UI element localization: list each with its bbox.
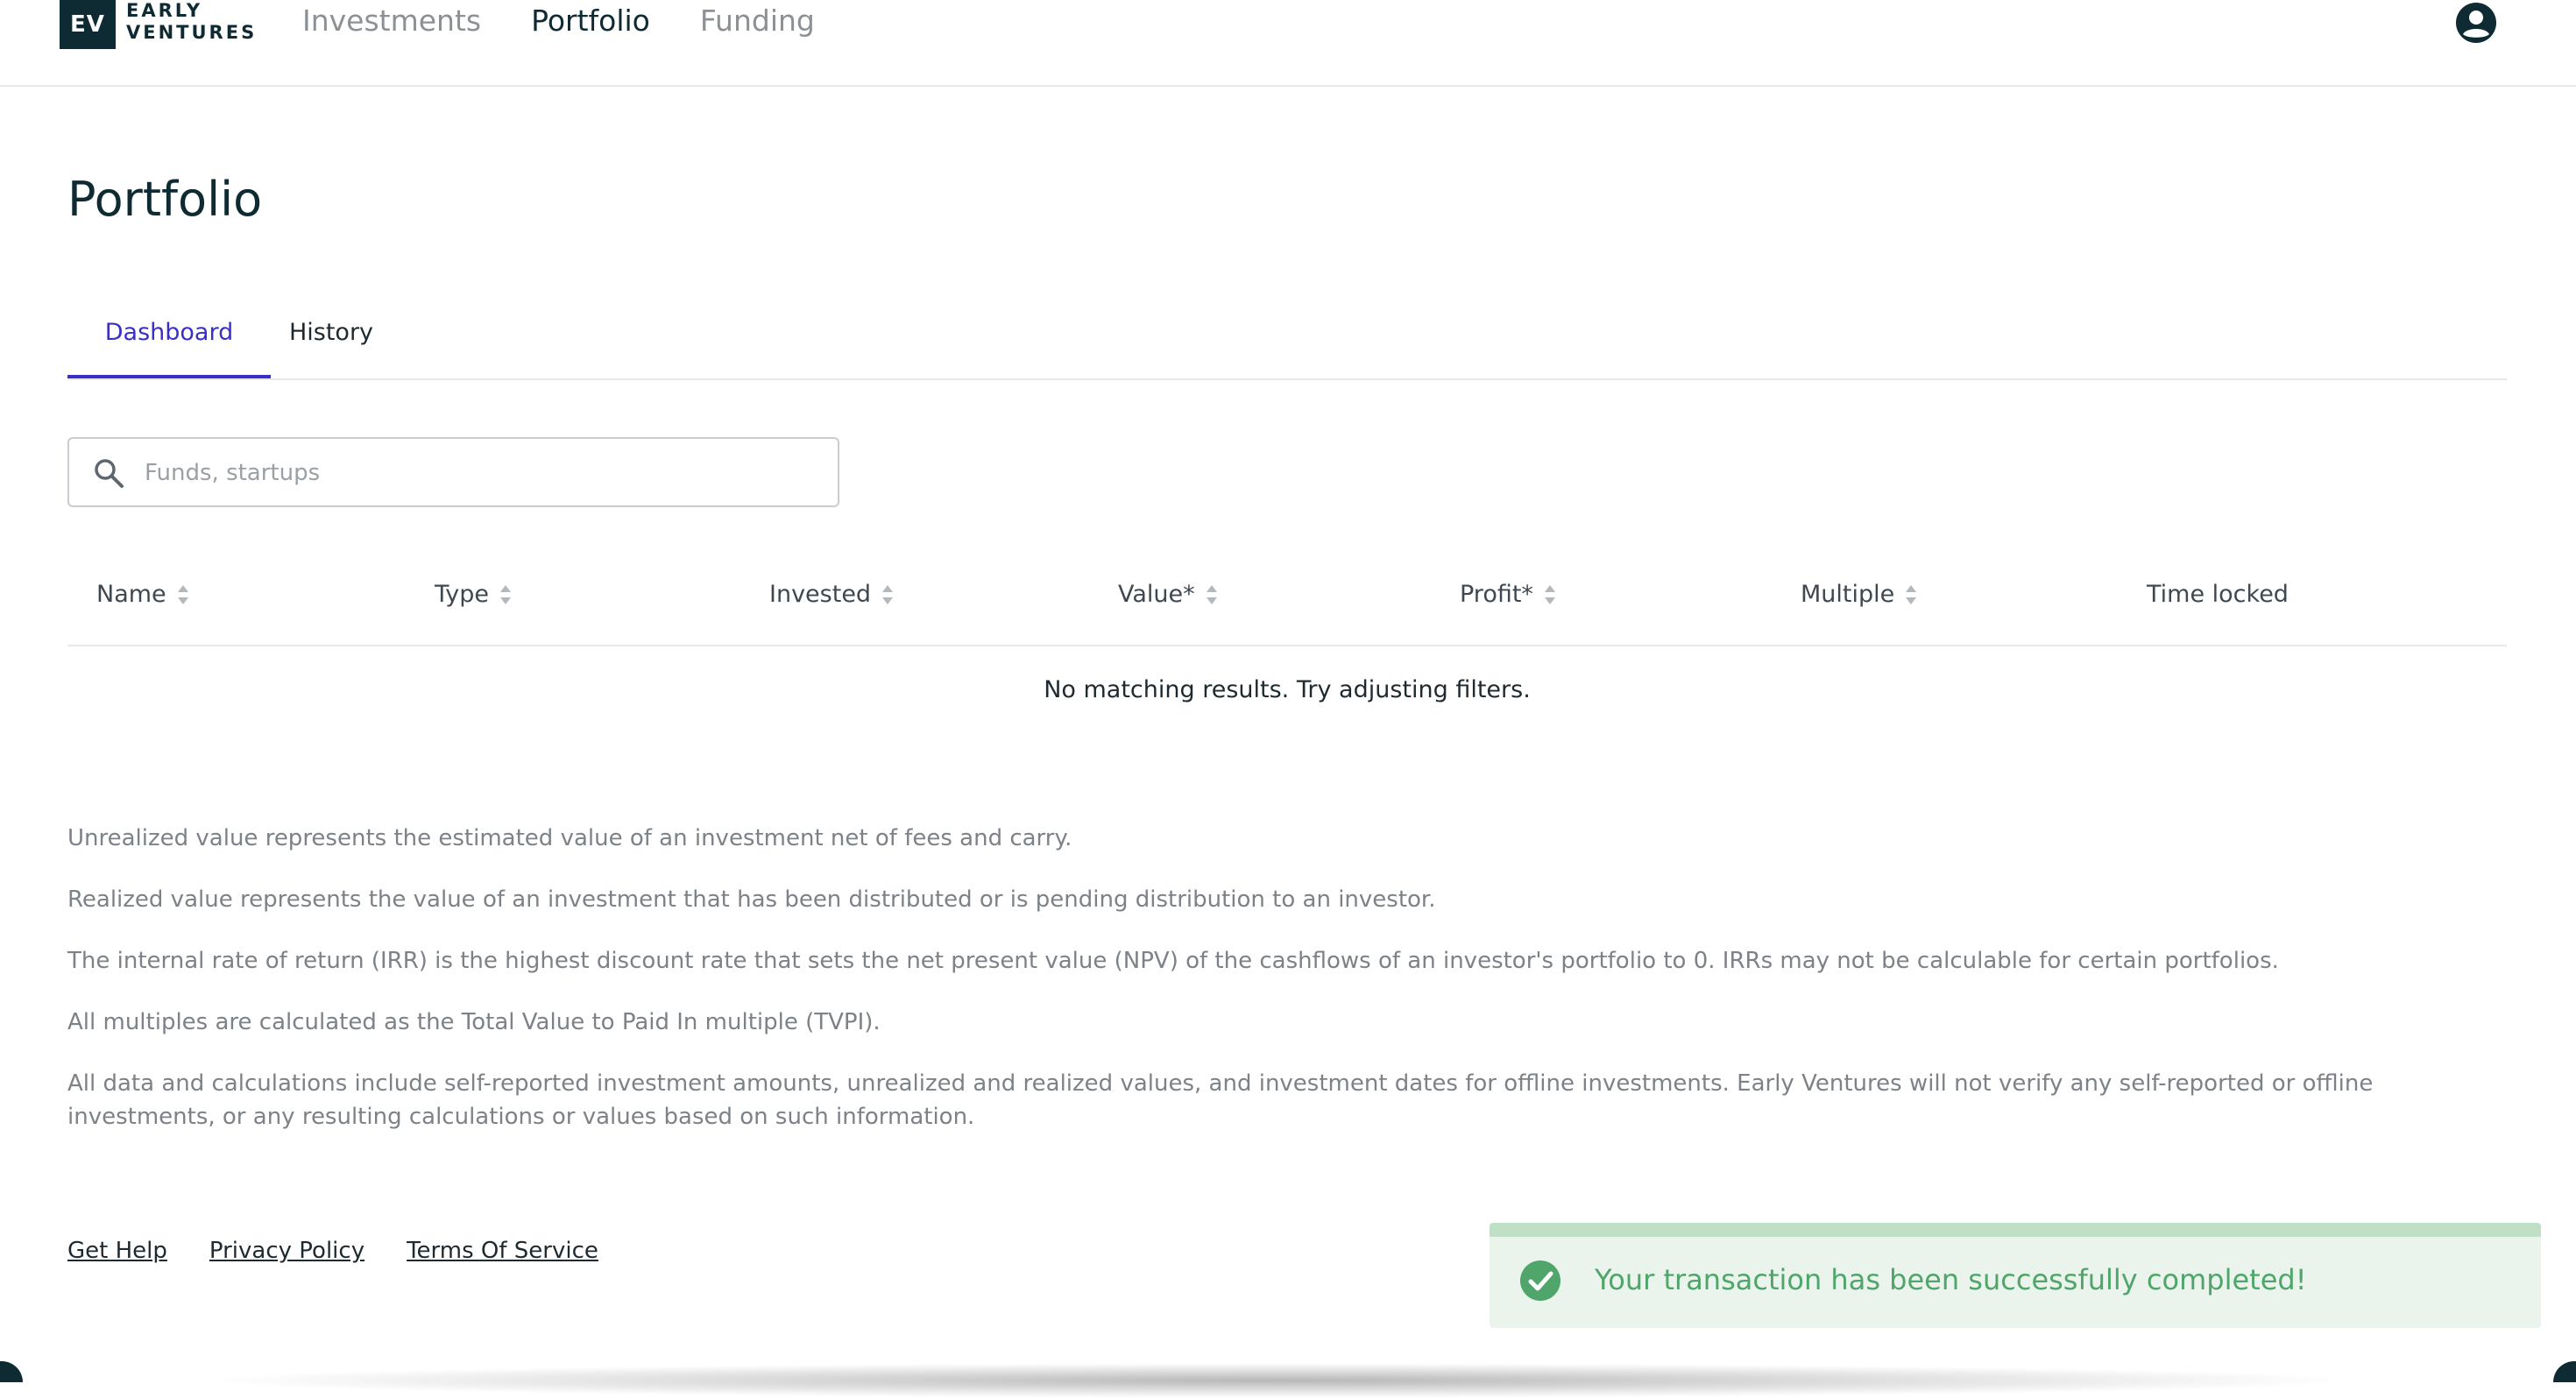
search-box[interactable] bbox=[67, 437, 839, 507]
logo-line-2: VENTURES bbox=[126, 22, 258, 43]
sort-icon bbox=[1906, 584, 1917, 604]
window-corner-right bbox=[2553, 1361, 2576, 1382]
empty-state-message: No matching results. Try adjusting filte… bbox=[1044, 676, 1531, 703]
search-icon bbox=[95, 459, 124, 488]
user-circle-icon bbox=[2456, 3, 2496, 43]
toast-message: Your transaction has been successfully c… bbox=[1595, 1263, 2307, 1296]
check-circle-icon bbox=[1520, 1260, 1560, 1301]
nav-funding[interactable]: Funding bbox=[700, 4, 815, 38]
column-label: Value* bbox=[1118, 581, 1195, 608]
main-nav: Investments Portfolio Funding bbox=[302, 4, 865, 38]
logo-line-1: EARLY bbox=[126, 0, 203, 21]
column-header-invested[interactable]: Invested bbox=[769, 581, 894, 608]
footer-links: Get Help Privacy Policy Terms Of Service bbox=[67, 1238, 640, 1264]
sort-icon bbox=[1206, 584, 1217, 604]
sort-icon bbox=[1544, 584, 1555, 604]
note-realized-value: Realized value represents the value of a… bbox=[67, 886, 1436, 913]
window-corner-left bbox=[0, 1361, 23, 1382]
account-button[interactable] bbox=[2455, 2, 2497, 44]
column-label: Invested bbox=[769, 581, 872, 608]
search-input[interactable] bbox=[143, 455, 812, 491]
logo[interactable]: EV EARLY VENTURES bbox=[60, 0, 257, 49]
column-header-time-locked: Time locked bbox=[2147, 581, 2289, 608]
tab-bar: Dashboard History bbox=[67, 298, 2507, 380]
sort-icon bbox=[500, 584, 512, 604]
nav-investments[interactable]: Investments bbox=[302, 4, 481, 38]
tab-dashboard[interactable]: Dashboard bbox=[67, 298, 271, 378]
sort-icon bbox=[882, 584, 894, 604]
nav-portfolio[interactable]: Portfolio bbox=[531, 4, 650, 38]
page-title: Portfolio bbox=[67, 172, 263, 227]
footer-link-terms-of-service[interactable]: Terms Of Service bbox=[407, 1238, 598, 1264]
column-header-value[interactable]: Value* bbox=[1118, 581, 1218, 608]
column-label: Name bbox=[96, 581, 166, 608]
column-label: Profit* bbox=[1460, 581, 1533, 608]
bottom-shadow bbox=[193, 1363, 2366, 1398]
success-toast[interactable]: Your transaction has been successfully c… bbox=[1490, 1223, 2541, 1328]
column-header-type[interactable]: Type bbox=[435, 581, 512, 608]
footer-link-privacy-policy[interactable]: Privacy Policy bbox=[209, 1238, 364, 1264]
top-header: EV EARLY VENTURES Investments Portfolio … bbox=[0, 0, 2576, 87]
logo-mark: EV bbox=[60, 0, 116, 49]
note-multiples: All multiples are calculated as the Tota… bbox=[67, 1009, 881, 1035]
table-header: Name Type Invested Value* Profit* Multip… bbox=[67, 561, 2507, 646]
note-unrealized-value: Unrealized value represents the estimate… bbox=[67, 825, 1072, 851]
footer-link-get-help[interactable]: Get Help bbox=[67, 1238, 167, 1264]
column-header-profit[interactable]: Profit* bbox=[1460, 581, 1556, 608]
column-header-name[interactable]: Name bbox=[96, 581, 189, 608]
note-irr: The internal rate of return (IRR) is the… bbox=[67, 948, 2279, 974]
column-header-multiple[interactable]: Multiple bbox=[1801, 581, 1917, 608]
sort-icon bbox=[177, 584, 188, 604]
logo-wordmark: EARLY VENTURES bbox=[126, 0, 257, 44]
tab-history[interactable]: History bbox=[271, 298, 392, 378]
note-self-reported: All data and calculations include self-r… bbox=[67, 1070, 2374, 1130]
column-label: Multiple bbox=[1801, 581, 1895, 608]
disclaimer-notes: Unrealized value represents the estimate… bbox=[67, 822, 2512, 1161]
column-label: Time locked bbox=[2147, 581, 2289, 608]
column-label: Type bbox=[435, 581, 490, 608]
